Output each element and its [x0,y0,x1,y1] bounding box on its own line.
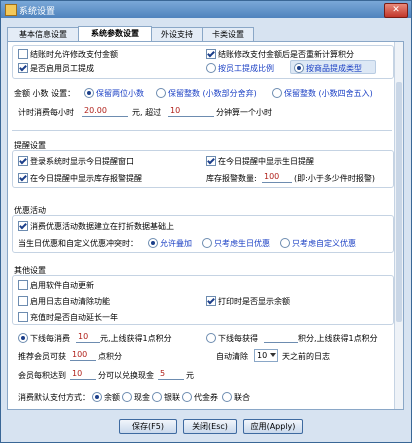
exchange-unit: 元 [186,371,194,380]
downline-spend-label: 下线每消费 [30,334,70,343]
tab-system-params[interactable]: 系统参数设置 [78,26,152,42]
minutes-per-hour-label: 分钟算一个小时 [216,108,272,117]
stock-qty-label: 库存报警数量: [206,174,257,183]
birthday-remind-checkbox[interactable] [206,156,216,166]
exceed-label: 元, 超过 [132,108,162,117]
commission-by-product-radio[interactable] [294,63,304,73]
truncate-decimals-label: 保留整数 (小数部分舍弃) [168,89,257,98]
recharge-extend-checkbox[interactable] [18,312,28,322]
birthday-only-radio[interactable] [202,238,212,248]
hourly-fee-label: 计时消费每小时 [18,108,74,117]
commission-by-staff-label: 按员工提成比例 [218,64,274,73]
recalc-points-label: 结账修改支付金额后是否重新计算积分 [218,50,354,59]
birthday-remind-label: 在今日提醒中显示生日提醒 [218,157,314,166]
hourly-fee-input[interactable]: 20.00 [82,106,128,117]
scrollbar-thumb[interactable] [396,82,402,322]
allow-modify-amount-checkbox[interactable] [18,49,28,59]
exchange-label: 会员每积达到 [18,371,66,380]
pay-voucher-radio[interactable] [182,392,192,402]
auto-clear-days-select[interactable]: 10 [254,349,278,362]
pay-cash-radio[interactable] [122,392,132,402]
stock-alert-label: 在今日提醒中显示库存报警提醒 [30,174,142,183]
exchange-points-input[interactable]: 10 [70,369,96,380]
keep-two-decimals-label: 保留两位小数 [96,89,144,98]
downline-points-input[interactable] [264,332,298,343]
referral-unit: 点积分 [98,352,122,361]
pay-combined-radio[interactable] [222,392,232,402]
close-icon[interactable]: ✕ [384,3,408,18]
chevron-down-icon [270,353,276,357]
settings-window: 系统设置 ✕ 基本信息设置 系统参数设置 外设支持 卡类设置 结账时允许修改支付… [0,0,412,443]
app-icon [5,4,17,16]
downline-spend-radio[interactable] [18,333,28,343]
allow-modify-amount-label: 结账时允许修改支付金额 [30,50,118,59]
settings-panel: 结账时允许修改支付金额 结账修改支付金额后是否重新计算积分 是否启用员工提成 按… [7,41,404,410]
round-decimals-radio[interactable] [272,88,282,98]
downline-spend-input[interactable]: 10 [76,332,100,343]
recharge-extend-label: 充值时是否自动延长一年 [30,313,118,322]
auto-clear-days-value: 10 [257,351,268,360]
panel-scrollbar[interactable] [394,42,403,409]
birthday-only-label: 只考虑生日优惠 [214,239,270,248]
minutes-input[interactable]: 10 [168,106,214,117]
pay-balance-radio[interactable] [92,392,102,402]
stock-qty-note: (即:小于多少件时报警) [294,174,375,183]
default-pay-label: 消费默认支付方式： [18,393,90,402]
pay-balance-label: 余额 [104,393,120,402]
referral-input[interactable]: 100 [70,350,96,361]
auto-update-label: 启用软件自动更新 [30,281,94,290]
downline-points-suffix: 积分,上线获得1点积分 [298,334,378,343]
downline-points-radio[interactable] [206,333,216,343]
downline-points-label: 下线每获得 [218,334,258,343]
tab-basic-info[interactable]: 基本信息设置 [7,27,79,41]
pay-combined-label: 联合 [234,393,250,402]
stock-alert-checkbox[interactable] [18,173,28,183]
auto-clear-log-checkbox[interactable] [18,296,28,306]
exchange-cash-input[interactable]: 5 [158,369,184,380]
auto-clear-label: 自动清除 [216,352,248,361]
staff-commission-label: 是否启用员工提成 [30,64,94,73]
allow-stack-label: 允许叠加 [160,239,192,248]
separator [12,130,392,131]
show-today-window-checkbox[interactable] [18,156,28,166]
conflict-label: 当生日优惠和自定义优惠冲突时： [18,239,138,248]
print-balance-checkbox[interactable] [206,296,216,306]
amount-decimal-label: 金额 小数 设置： [14,89,76,98]
recalc-points-checkbox[interactable] [206,49,216,59]
auto-clear-log-label: 启用日志自动清除功能 [30,297,110,306]
show-today-window-label: 登录系统时显示今日提醒窗口 [30,157,134,166]
pay-unionpay-label: 银联 [164,393,180,402]
close-button[interactable]: 关闭(Esc) [183,419,237,434]
auto-clear-unit: 天之前的日志 [282,352,330,361]
referral-label: 推荐会员可获 [18,352,66,361]
stock-qty-input[interactable]: 100 [262,172,292,183]
save-button[interactable]: 保存(F5) [119,419,177,434]
tab-card-types[interactable]: 卡类设置 [202,27,254,41]
exchange-mid-label: 分可以兑换现金 [98,371,154,380]
custom-only-radio[interactable] [280,238,290,248]
downline-spend-suffix: 元,上线获得1点积分 [100,334,172,343]
auto-update-checkbox[interactable] [18,280,28,290]
apply-button[interactable]: 应用(Apply) [243,419,303,434]
custom-only-label: 只考虑自定义优惠 [292,239,356,248]
print-balance-label: 打印时是否显示余额 [218,297,290,306]
promo-on-discount-checkbox[interactable] [18,221,28,231]
window-title: 系统设置 [19,7,56,17]
commission-by-staff-radio[interactable] [206,63,216,73]
staff-commission-checkbox[interactable] [18,63,28,73]
round-decimals-label: 保留整数 (小数四舍五入) [284,89,373,98]
tab-peripherals[interactable]: 外设支持 [151,27,203,41]
commission-by-product-label: 按商品提成类型 [306,64,362,73]
pay-unionpay-radio[interactable] [152,392,162,402]
promo-on-discount-label: 消费优惠活动数据建立在打折数据基础上 [30,222,174,231]
truncate-decimals-radio[interactable] [156,88,166,98]
pay-voucher-label: 代金券 [194,393,218,402]
title-bar[interactable]: 系统设置 ✕ [1,1,411,18]
keep-two-decimals-radio[interactable] [84,88,94,98]
allow-stack-radio[interactable] [148,238,158,248]
pay-cash-label: 现金 [134,393,150,402]
